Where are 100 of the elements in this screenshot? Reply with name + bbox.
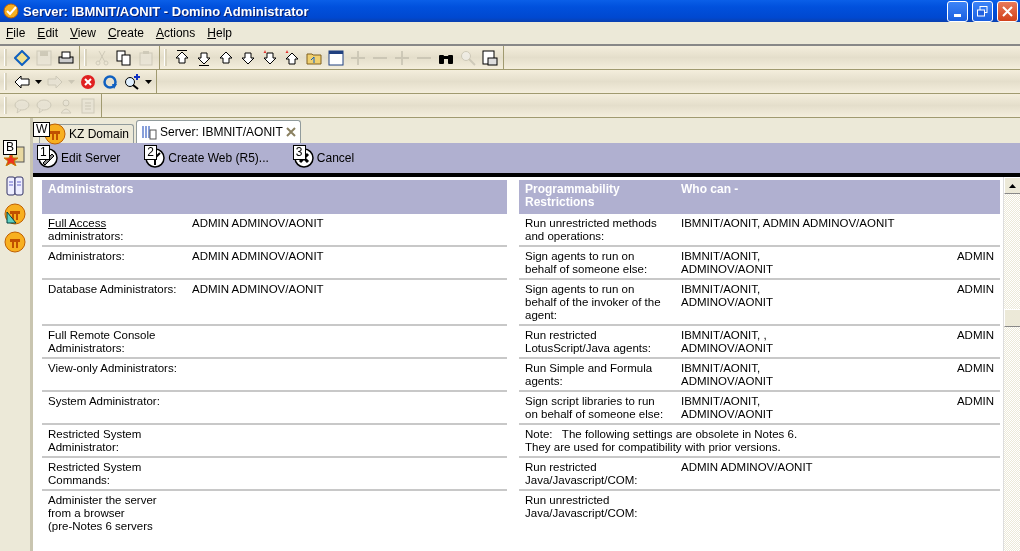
search-icon: [123, 73, 140, 90]
server-icon: [141, 124, 158, 140]
speech-bubble-icon: [13, 97, 30, 114]
setting-label: Sign agents to run on behalf of the invoker of the agent:: [519, 280, 675, 326]
star-arrow-icon: [283, 49, 300, 66]
app-icon: [3, 3, 19, 19]
close-tab-icon[interactable]: [285, 127, 296, 137]
book-icon[interactable]: [4, 175, 26, 197]
field-label: Restricted System Administrator:: [42, 425, 186, 458]
field-label: System Administrator:: [42, 392, 186, 425]
minimize-icon: [954, 13, 961, 17]
copy-icon: [115, 49, 132, 66]
document-icon: [79, 97, 96, 114]
arrow-up-icon: [217, 49, 234, 66]
scroll-thumb[interactable]: [1004, 309, 1020, 327]
scissors-icon: [93, 49, 110, 66]
menu-item[interactable]: Create: [101, 26, 150, 40]
caret-icon: [144, 79, 152, 84]
domain-tools-icon[interactable]: [4, 203, 26, 225]
arrow-down-icon: [195, 49, 212, 66]
menu-item[interactable]: File: [0, 26, 32, 40]
field-value: ADMIN ADMINOV/AONIT: [192, 283, 324, 295]
header-text: Who can -: [680, 181, 740, 198]
toolbar-button[interactable]: [326, 48, 345, 67]
hotkey-label: 3: [292, 145, 306, 160]
minimize-button[interactable]: [947, 0, 968, 22]
pencil-icon: [37, 147, 59, 169]
header-text: Programmability Restrictions: [524, 181, 621, 211]
field-label: Administrators:: [42, 247, 186, 280]
toolbar-button[interactable]: [56, 48, 75, 67]
field-value: ADMIN ADMINOV/AONIT: [192, 250, 324, 262]
setting-label: Sign agents to run on behalf of someone else:: [519, 247, 675, 280]
field-value: ADMIN ADMINOV/AONIT: [192, 217, 324, 229]
setting-value: ADMIN: [956, 250, 994, 264]
setting-value: IBMNIT/AONIT, , ADMINOV/AONIT: [681, 329, 773, 355]
up-triangle-icon: [1009, 183, 1016, 188]
menu-item[interactable]: Edit: [31, 26, 65, 40]
cross-icon: [292, 147, 315, 169]
setting-value: IBMNIT/AONIT, ADMINOV/AONIT: [681, 283, 773, 310]
plus-icon: [349, 49, 366, 66]
setting-label: Run restricted LotusScript/Java agents:: [519, 326, 675, 359]
clipboard-icon: [137, 49, 154, 66]
field-label: Full Remote Console Administrators:: [42, 326, 186, 359]
window-icon: [327, 49, 344, 66]
toolbar-button[interactable]: [260, 48, 279, 67]
toolbar-button[interactable]: [114, 48, 133, 67]
setting-value: ADMIN: [956, 329, 994, 343]
restore-icon: [977, 5, 988, 17]
document-icon: [481, 49, 498, 66]
close-icon: [1002, 5, 1013, 17]
field-label: Restricted System Commands:: [42, 458, 186, 491]
search-icon: [459, 49, 476, 66]
fork-icon: [144, 147, 167, 169]
back-arrow-icon: [13, 73, 30, 90]
setting-label: Run unrestricted Java/Javascript/COM:: [524, 493, 639, 521]
setting-value: IBMNIT/AONIT, ADMIN ADMINOV/AONIT: [681, 217, 895, 231]
toolbar-button[interactable]: [480, 48, 499, 67]
bookmark-star-icon[interactable]: [4, 144, 26, 166]
hotkey-label: B: [3, 140, 17, 155]
menu-item[interactable]: View: [64, 26, 102, 40]
window-title: Server: IBMNIT/AONIT - Domino Administrator: [23, 3, 310, 19]
tab[interactable]: Server: IBMNIT/AONIT: [136, 120, 301, 143]
toolbar-button[interactable]: [282, 48, 301, 67]
setting-label: Run Simple and Formula agents:: [519, 359, 675, 392]
setting-value: ADMIN: [956, 283, 994, 297]
menu-item[interactable]: Actions: [149, 26, 202, 40]
menu-item[interactable]: Help: [201, 26, 238, 40]
diamond-icon: [13, 49, 30, 66]
section-header: Administrators: [42, 180, 507, 214]
plus-icon: [393, 49, 410, 66]
refresh-icon: [101, 73, 118, 90]
scroll-up-button[interactable]: [1004, 177, 1020, 194]
full-access-link[interactable]: Full Access: [48, 217, 107, 229]
setting-value: ADMIN: [956, 362, 994, 376]
stop-icon: [79, 73, 96, 90]
hotkey-label: 2: [144, 145, 158, 160]
field-label: administrators:: [48, 230, 124, 242]
note-text: Note: The following settings are obsolete in Notes 6. They are used for compatibility with prior versions.: [519, 425, 1000, 458]
setting-label: Sign script libraries to run on behalf of someone else:: [519, 392, 675, 425]
star-arrow-icon: [261, 49, 278, 66]
hotkey-label: W: [33, 122, 51, 137]
setting-value: IBMNIT/AONIT, ADMINOV/AONIT: [681, 395, 773, 421]
action-button[interactable]: 3 Cancel: [292, 147, 363, 169]
setting-value: IBMNIT/AONIT, ADMINOV/AONIT: [681, 362, 773, 388]
caret-icon: [34, 79, 42, 84]
forward-arrow-icon: [46, 73, 63, 90]
close-button[interactable]: [997, 0, 1018, 22]
hotkey-label: 1: [37, 145, 50, 160]
setting-value: ADMIN ADMINOV/AONIT: [681, 461, 813, 475]
action-button[interactable]: 2 Create Web (R5)...: [144, 147, 277, 169]
save-icon: [35, 49, 52, 66]
toolbar-button[interactable]: [122, 72, 141, 91]
setting-value: IBMNIT/AONIT, ADMINOV/AONIT: [681, 250, 773, 276]
restore-button[interactable]: [972, 0, 993, 22]
action-button[interactable]: 1 Edit Server: [37, 147, 129, 169]
caret-icon: [67, 79, 75, 84]
setting-value: ADMIN: [956, 395, 994, 409]
speech-bubble-icon: [35, 97, 52, 114]
field-label: View-only Administrators:: [42, 359, 186, 392]
printer-icon: [57, 49, 74, 66]
